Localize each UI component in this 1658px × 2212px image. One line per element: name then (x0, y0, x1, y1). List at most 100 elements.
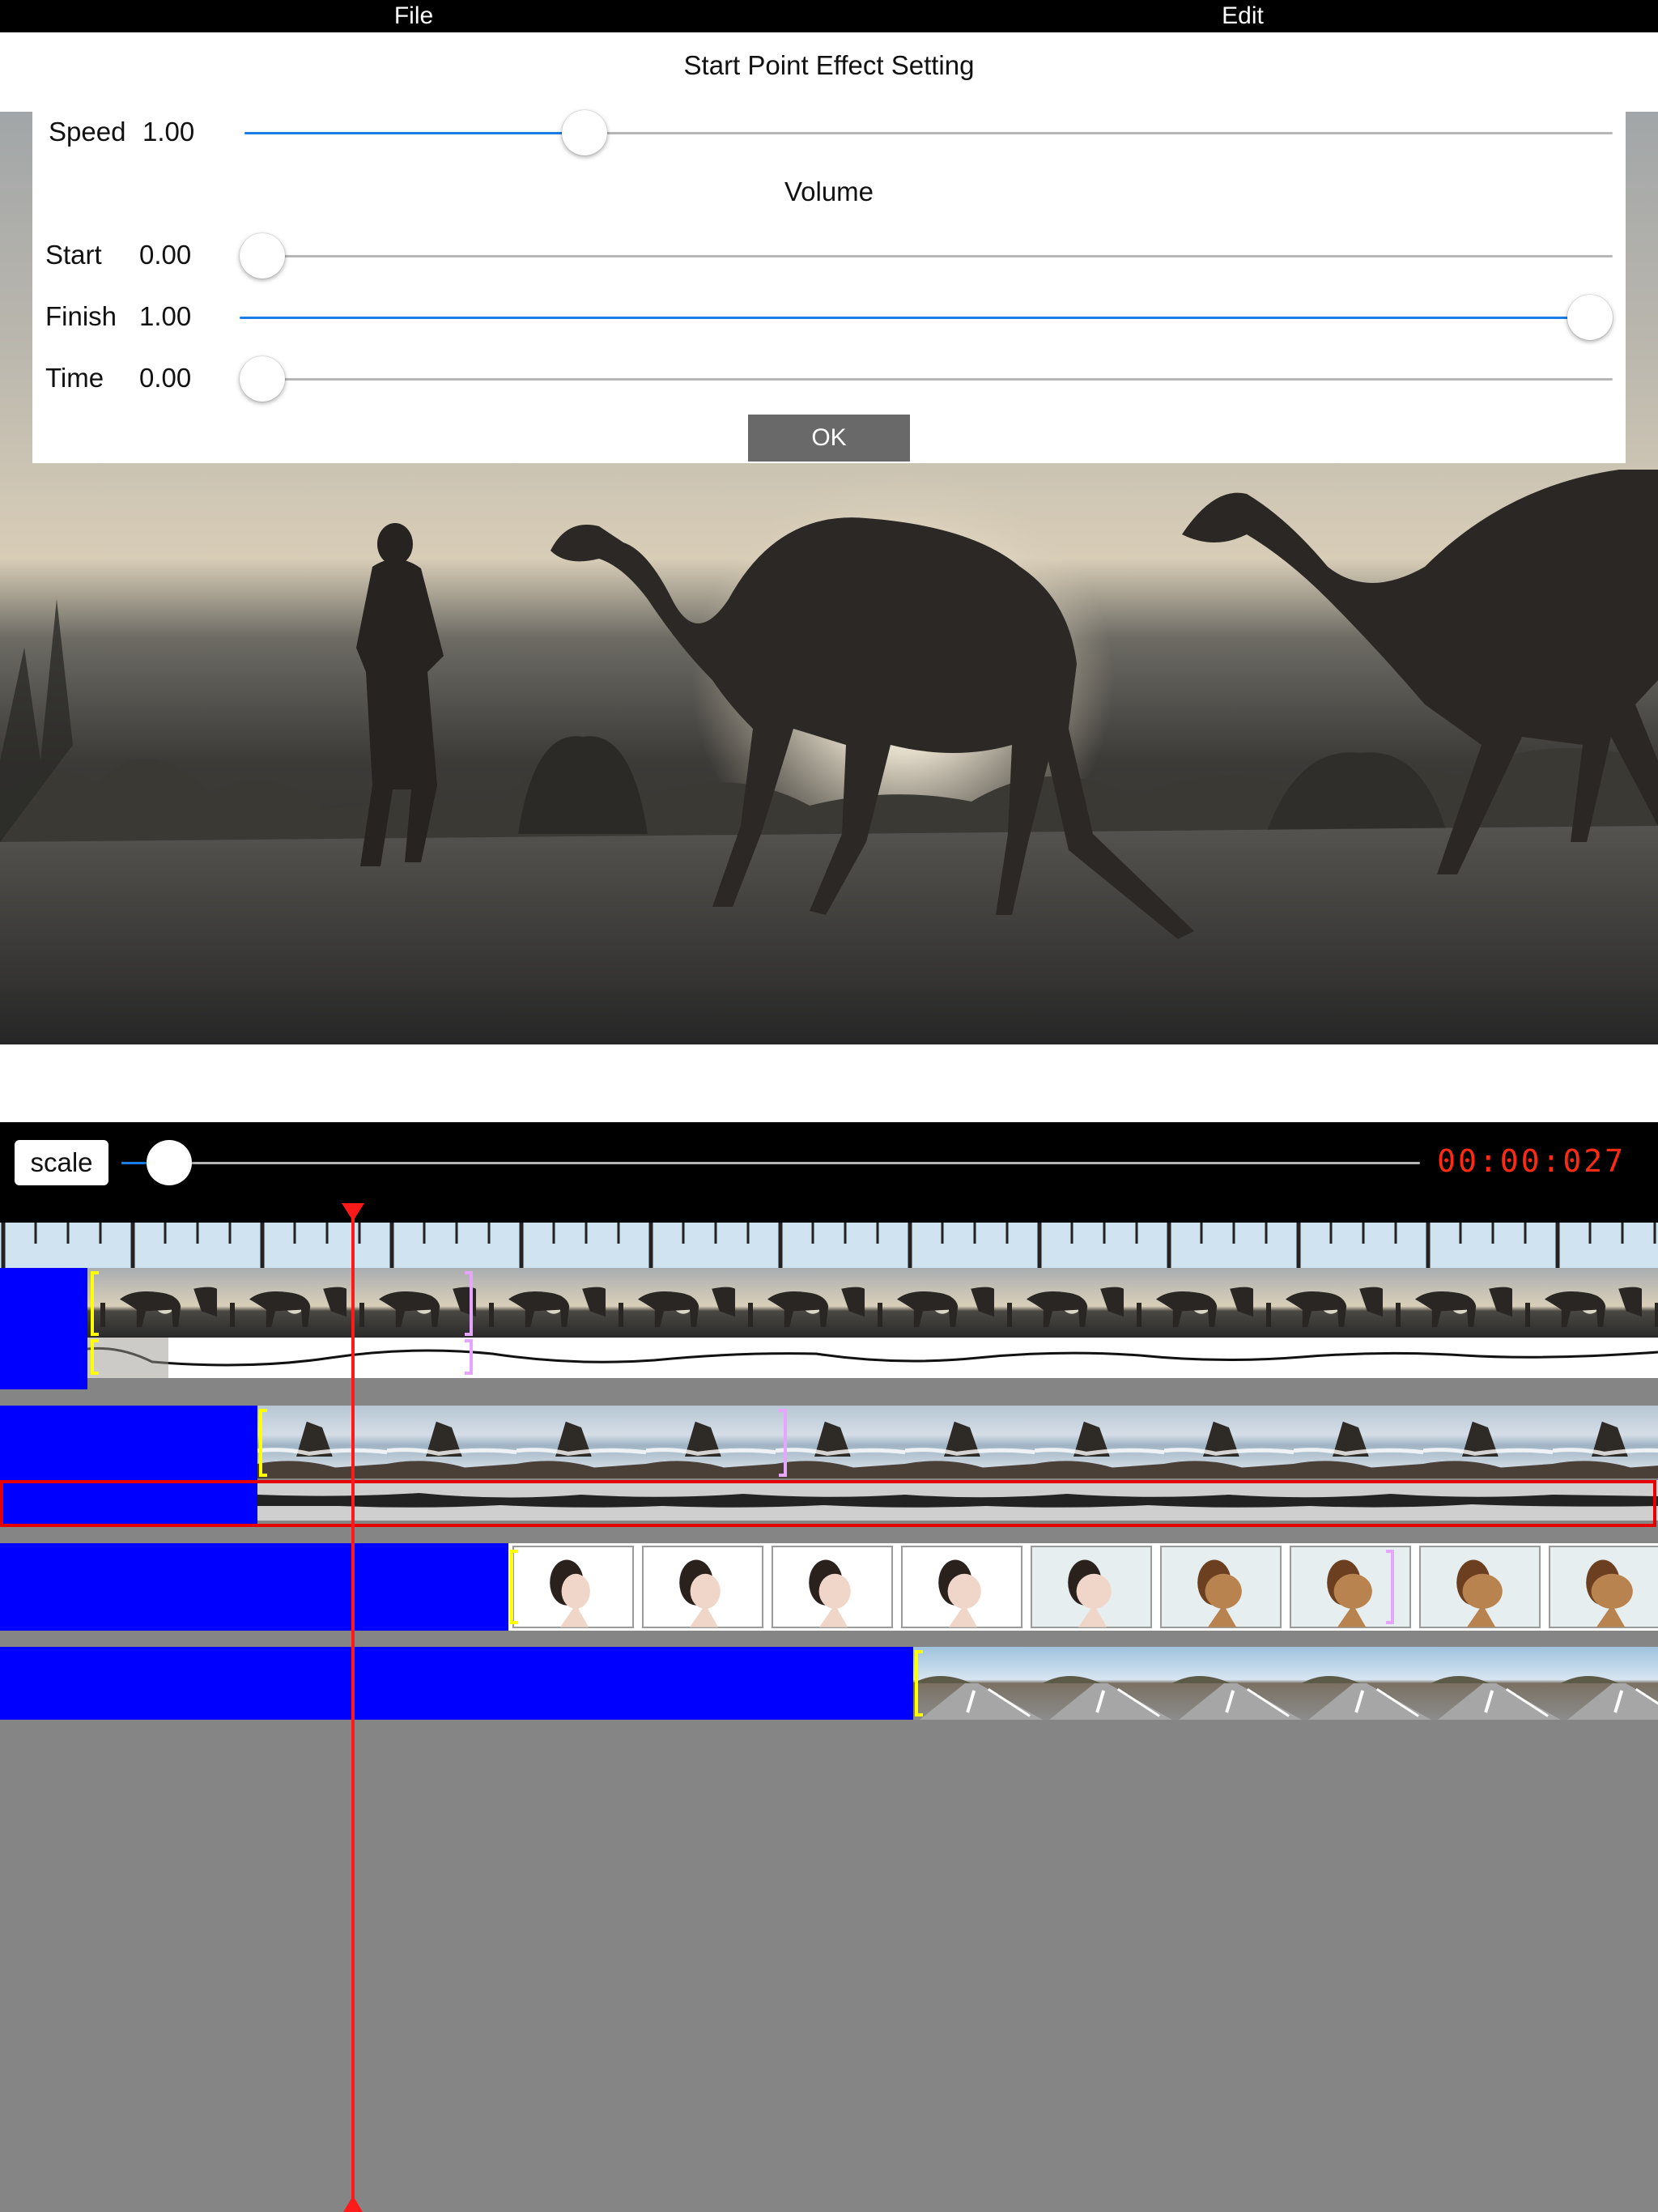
clip-thumbnail (776, 1406, 905, 1478)
track-1-audio-waveform[interactable] (87, 1338, 1658, 1378)
timecode-display: 00:00:027 (1437, 1143, 1626, 1179)
track-3-in-marker[interactable] (510, 1550, 518, 1624)
track-1[interactable] (0, 1268, 1658, 1389)
track-2-out-marker[interactable] (779, 1409, 787, 1477)
clip-thumbnail (646, 1406, 776, 1478)
scale-slider-track (121, 1162, 1420, 1164)
clip-thumbnail (1642, 1268, 1658, 1338)
volume-heading: Volume (784, 177, 874, 206)
clip-thumbnail (1124, 1268, 1253, 1338)
track-1-audio-out-marker[interactable] (465, 1339, 473, 1375)
clip-thumbnail (1545, 1543, 1658, 1631)
time-label: Time (45, 363, 104, 393)
track-3-video-strip[interactable] (508, 1543, 1658, 1631)
track-1-video-strip[interactable] (87, 1268, 1658, 1338)
track-1-out-marker[interactable] (465, 1271, 473, 1336)
clip-thumbnail (606, 1268, 735, 1338)
clip-thumbnail (905, 1406, 1035, 1478)
edit-menu[interactable]: Edit (1141, 0, 1344, 32)
clip-thumbnail (913, 1647, 1043, 1720)
ok-button[interactable]: OK (748, 415, 910, 462)
clip-thumbnail (638, 1543, 767, 1631)
clip-thumbnail (257, 1406, 387, 1478)
clip-thumbnail (1561, 1647, 1658, 1720)
start-slider-track (240, 255, 1613, 257)
track-4-in-marker[interactable] (915, 1650, 923, 1716)
clip-thumbnail (1043, 1647, 1172, 1720)
clip-thumbnail (1553, 1406, 1658, 1478)
clip-thumbnail (994, 1268, 1124, 1338)
clip-thumbnail (1286, 1543, 1415, 1631)
time-ruler[interactable] (0, 1223, 1658, 1268)
scale-button[interactable]: scale (15, 1140, 108, 1185)
timeline-control-bar: scale 00:00:027 (0, 1122, 1658, 1223)
preview-bottom-spacer (0, 1044, 1658, 1122)
effect-setting-dialog (32, 112, 1626, 463)
clip-thumbnail (735, 1268, 865, 1338)
track-2-in-marker[interactable] (259, 1409, 267, 1477)
clip-thumbnail (1512, 1268, 1642, 1338)
track-3-offset (0, 1543, 508, 1631)
ruler-ticks (1, 1223, 1656, 1268)
clip-thumbnail (346, 1268, 476, 1338)
finish-volume-slider[interactable] (240, 295, 1613, 340)
menu-bar: File Edit (0, 0, 1658, 32)
clip-thumbnail (1423, 1406, 1553, 1478)
start-label: Start (45, 240, 102, 270)
speed-slider-fill (244, 132, 585, 134)
clip-thumbnail (1431, 1647, 1561, 1720)
clip-thumbnail (1253, 1268, 1383, 1338)
scale-slider-thumb[interactable] (146, 1140, 192, 1185)
track-1-audio-in-marker[interactable] (91, 1339, 99, 1375)
scale-slider[interactable] (121, 1140, 1420, 1185)
clip-thumbnail (508, 1543, 638, 1631)
playhead-bottom-marker (343, 2196, 363, 2212)
speed-slider[interactable] (244, 110, 1613, 155)
finish-label: Finish (45, 301, 117, 331)
time-slider[interactable] (240, 356, 1613, 402)
clip-thumbnail (1035, 1406, 1164, 1478)
clip-thumbnail (1156, 1543, 1286, 1631)
clip-thumbnail (1383, 1268, 1512, 1338)
dialog-title: Start Point Effect Setting (683, 50, 975, 80)
track-1-in-marker[interactable] (91, 1271, 99, 1336)
track-2-selection[interactable] (0, 1480, 1656, 1527)
clip-thumbnail (897, 1543, 1027, 1631)
speed-label: Speed (49, 117, 126, 147)
start-value: 0.00 (139, 240, 192, 270)
finish-slider-thumb[interactable] (1567, 295, 1613, 340)
clip-thumbnail (476, 1268, 606, 1338)
track-4-video-strip[interactable] (913, 1647, 1658, 1720)
start-volume-slider[interactable] (240, 233, 1613, 279)
clip-thumbnail (217, 1268, 346, 1338)
time-slider-track (240, 378, 1613, 381)
start-slider-thumb[interactable] (240, 233, 285, 279)
clip-thumbnail (1027, 1543, 1156, 1631)
clip-thumbnail (1164, 1406, 1294, 1478)
time-slider-thumb[interactable] (240, 356, 285, 402)
clip-thumbnail (517, 1406, 646, 1478)
speed-slider-thumb[interactable] (562, 110, 608, 155)
clip-thumbnail (1415, 1543, 1545, 1631)
track-4-offset (0, 1647, 913, 1720)
track-3[interactable] (0, 1543, 1658, 1631)
clip-thumbnail (387, 1406, 517, 1478)
finish-slider-fill (240, 317, 1590, 319)
clip-thumbnail (1294, 1406, 1423, 1478)
clip-thumbnail (1302, 1647, 1431, 1720)
clip-thumbnail (767, 1543, 897, 1631)
playhead-handle[interactable] (342, 1203, 364, 1221)
finish-value: 1.00 (139, 301, 192, 331)
clip-thumbnail (87, 1268, 217, 1338)
file-menu[interactable]: File (312, 0, 515, 32)
track-2[interactable] (0, 1406, 1658, 1527)
playhead-line[interactable] (351, 1211, 355, 2212)
speed-value: 1.00 (142, 117, 195, 147)
track-2-video-strip[interactable] (257, 1406, 1658, 1478)
track-1-offset (0, 1268, 87, 1389)
track-3-out-marker[interactable] (1386, 1550, 1394, 1624)
track-4[interactable] (0, 1647, 1658, 1720)
clip-thumbnail (1172, 1647, 1302, 1720)
track-1-waveform-image (87, 1338, 1658, 1378)
clip-thumbnail (865, 1268, 994, 1338)
